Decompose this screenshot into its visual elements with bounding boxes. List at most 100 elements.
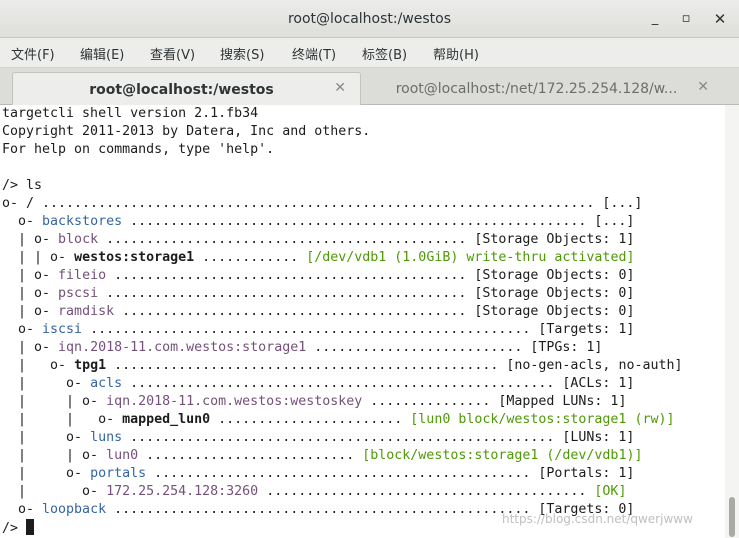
terminal-text: ............ [194,250,307,265]
terminal-text: | | o- [2,448,107,463]
terminal-text: .......................... [138,448,363,463]
terminal-text: ramdisk [58,304,115,319]
terminal-text: ........................................… [114,304,635,319]
terminal-line: | o- tpg1 ..............................… [2,357,725,375]
menu-help[interactable]: 帮助(H) [433,44,479,63]
terminal-text: [/dev/vdb1 (1.0GiB) write-thru activated… [306,250,635,265]
terminal-text: [OK] [594,484,627,499]
terminal-text: | o- [2,484,107,499]
close-icon[interactable]: ✕ [334,80,346,96]
terminal-line: targetcli shell version 2.1.fb34 [2,105,725,123]
terminal-line: | o- iqn.2018-11.com.westos:storage1 ...… [2,339,725,357]
terminal-text: mapped_lun0 [122,412,211,427]
terminal-text: ........................................… [98,232,635,247]
terminal-text: | o- [2,376,91,391]
terminal-text: | o- [2,358,75,373]
window-titlebar[interactable]: root@localhost:/westos _ ▫ ✕ [0,0,739,38]
terminal-text: ............... [Mapped LUNs: 1] [362,394,627,409]
terminal-line: | o- 172.25.254.128:3260 ...............… [2,483,725,501]
terminal-text: ........................................… [122,214,635,229]
text-cursor [26,519,35,535]
terminal-line: For help on commands, type 'help'. [2,141,725,159]
menu-terminal[interactable]: 终端(T) [292,44,336,63]
terminal-line: | o- portals ...........................… [2,465,725,483]
menu-file[interactable]: 文件(F) [11,44,55,63]
terminal-text: /> ls [2,178,43,193]
terminal-line: o- / ...................................… [2,195,725,213]
terminal-line: | o- luns ..............................… [2,429,725,447]
terminal-text: portals [90,466,147,481]
terminal-text: ........................................… [146,466,635,481]
menu-view[interactable]: 查看(V) [150,44,195,63]
menu-bar: 文件(F) 编辑(E) 查看(V) 搜索(S) 终端(T) 标签(B) 帮助(H… [0,38,739,68]
terminal-text: ........................................ [258,484,595,499]
terminal-text: luns [90,430,123,445]
scrollbar-thumb[interactable] [729,497,735,537]
terminal-line: | o- pscsi .............................… [2,285,725,303]
terminal-text: o- [2,502,43,517]
terminal-text: [block/westos:storage1 (/dev/vdb1)] [362,448,643,463]
terminal-text: Copyright 2011-2013 by Datera, Inc and o… [2,124,371,139]
terminal-line: | o- ramdisk ...........................… [2,303,725,321]
maximize-button[interactable]: ▫ [677,10,695,28]
minimize-button[interactable]: _ [646,10,664,28]
terminal-line: o- backstores ..........................… [2,213,725,231]
tab-net-mount[interactable]: root@localhost:/net/172.25.254.128/w... … [362,72,727,105]
terminal-text: | o- [2,466,91,481]
terminal-text: | o- [2,304,59,319]
terminal-line: | | o- mapped_lun0 .....................… [2,411,725,429]
terminal-text: ........................................… [122,430,635,445]
terminal-line: Copyright 2011-2013 by Datera, Inc and o… [2,123,725,141]
watermark: https://blog.csdn.net/qwerjwww [502,512,693,526]
terminal-text: | | o- [2,250,75,265]
terminal-text: | o- [2,430,91,445]
terminal-text: .......................... [TPGs: 1] [306,340,603,355]
terminal-output[interactable]: targetcli shell version 2.1.fb34 Copyrigh… [0,105,725,538]
terminal-text: | o- [2,268,59,283]
terminal-text: iqn.2018-11.com.westos:westoskey [106,394,363,409]
terminal-text: iscsi [42,322,83,337]
terminal-text: pscsi [58,286,99,301]
terminal-text: o- [2,214,43,229]
terminal-text: tpg1 [74,358,107,373]
terminal-text: iqn.2018-11.com.westos:storage1 [58,340,307,355]
terminal-text: block [58,232,99,247]
terminal-line: | | o- lun0 .......................... [… [2,447,725,465]
tab-westos[interactable]: root@localhost:/westos ✕ [12,72,361,105]
menu-search[interactable]: 搜索(S) [220,44,264,63]
terminal-text: ........................................… [122,376,635,391]
terminal-text: o- / ...................................… [2,196,643,211]
terminal-text: | o- [2,286,59,301]
close-window-button[interactable]: ✕ [711,10,729,28]
terminal-text: backstores [42,214,123,229]
terminal-line: /> ls [2,177,725,195]
terminal-line: o- iscsi ...............................… [2,321,725,339]
terminal-text: ........................................… [82,322,635,337]
terminal-text: [lun0 block/westos:storage1 (rw)] [410,412,675,427]
terminal-text: o- [2,322,43,337]
terminal-line: | o- block .............................… [2,231,725,249]
terminal-text: | o- [2,232,59,247]
terminal-text: ........................................… [106,268,635,283]
window-title: root@localhost:/westos [287,11,452,27]
terminal-text: targetcli shell version 2.1.fb34 [2,106,259,121]
terminal-text: ........................................… [98,286,635,301]
terminal-line: | o- acls ..............................… [2,375,725,393]
terminal-text: | | o- [2,394,107,409]
terminal-text: fileio [58,268,107,283]
terminal-text: lun0 [106,448,139,463]
terminal-text: | | o- [2,412,123,427]
tab-label: root@localhost:/net/172.25.254.128/w... [395,81,678,97]
shell-prompt: /> [2,521,27,536]
close-icon[interactable]: ✕ [697,79,709,95]
terminal-text: 172.25.254.128:3260 [106,484,259,499]
terminal-text: acls [90,376,123,391]
terminal-scrollbar[interactable] [725,105,739,538]
menu-edit[interactable]: 编辑(E) [80,44,124,63]
terminal-text: ........................................… [106,358,683,373]
tab-bar: root@localhost:/westos ✕ root@localhost:… [0,68,739,105]
terminal-text: For help on commands, type 'help'. [2,142,275,157]
terminal-text: westos:storage1 [74,250,195,265]
terminal-text: loopback [42,502,107,517]
menu-tabs[interactable]: 标签(B) [362,44,407,63]
